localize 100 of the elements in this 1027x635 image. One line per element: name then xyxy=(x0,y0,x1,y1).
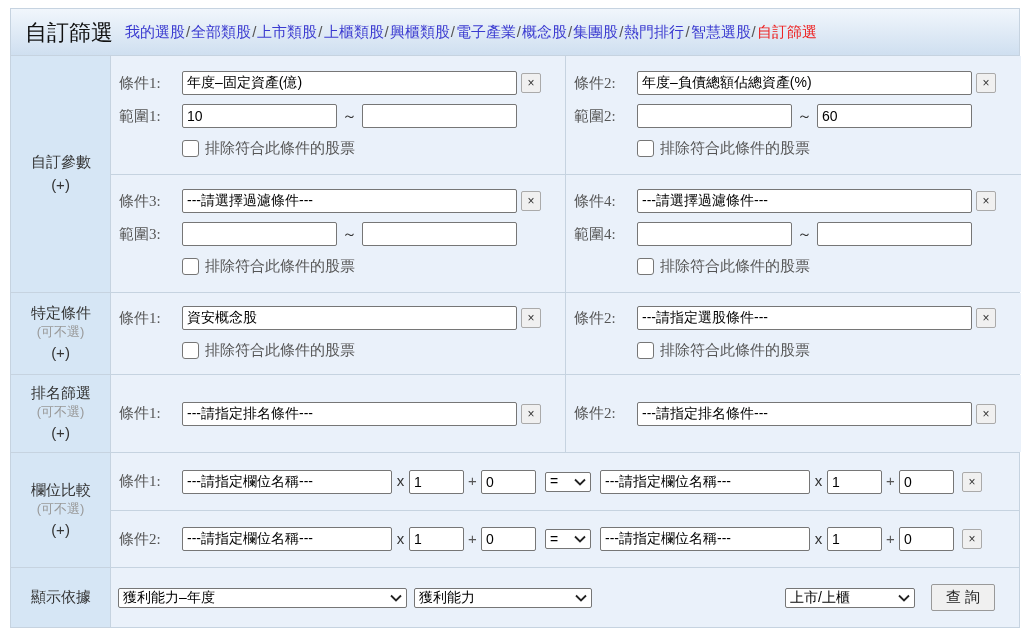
field-name-field[interactable]: ---請指定欄位名稱--- xyxy=(600,469,810,494)
condition-label: 條件1: xyxy=(119,73,162,93)
multiplier-field[interactable]: 1 xyxy=(409,527,464,551)
range-separator: ～ xyxy=(796,224,813,244)
range-separator: ～ xyxy=(796,105,813,126)
condition-field[interactable]: ---請選擇過濾條件--- xyxy=(182,189,517,214)
nav-link[interactable]: 智慧選股 xyxy=(690,20,751,44)
multiply-sign: x xyxy=(813,471,824,492)
condition-field[interactable]: ---請選擇過濾條件--- xyxy=(637,189,972,214)
nav-link[interactable]: 熱門排行 xyxy=(624,20,685,44)
dropdown-select[interactable]: 上市/上櫃 xyxy=(785,587,915,608)
range-separator: ～ xyxy=(341,105,358,126)
range-from-field[interactable] xyxy=(637,103,792,128)
checkbox-label: 排除符合此條件的股票 xyxy=(205,137,355,158)
condition-label: 條件2: xyxy=(574,73,617,93)
dropdown-select[interactable]: 獲利能力–年度 xyxy=(118,587,407,608)
nav-link[interactable]: 我的選股 xyxy=(125,20,185,44)
offset-field[interactable]: 0 xyxy=(899,527,954,551)
add-link[interactable]: (+) xyxy=(51,422,70,444)
condition-field[interactable]: 資安概念股 xyxy=(182,305,517,330)
nav-link[interactable]: 電子產業 xyxy=(455,20,516,44)
nav-link[interactable]: 全部類股 xyxy=(191,20,252,44)
multiply-sign: x xyxy=(395,528,406,549)
chevron-down-icon xyxy=(574,477,586,486)
add-link[interactable]: (+) xyxy=(51,174,70,196)
add-link[interactable]: (+) xyxy=(51,342,70,364)
optional-note: (可不選) xyxy=(36,403,85,420)
range-to-field[interactable] xyxy=(817,222,972,247)
dropdown-select[interactable]: 獲利能力 xyxy=(414,587,592,608)
nav-link[interactable]: 興櫃類股 xyxy=(389,20,450,44)
plus-sign: + xyxy=(467,528,478,549)
nav-link[interactable]: 自訂篩選 xyxy=(756,20,817,44)
field-name-field[interactable]: ---請指定欄位名稱--- xyxy=(600,527,810,551)
condition-field[interactable]: 年度–固定資產(億) xyxy=(182,70,517,95)
condition-field[interactable]: 年度–負債總額佔總資產(%) xyxy=(637,70,972,95)
chevron-down-icon xyxy=(575,593,587,602)
checkbox[interactable] xyxy=(182,258,199,275)
optional-note: (可不選) xyxy=(36,323,85,340)
condition-label: 條件4: xyxy=(574,192,617,211)
checkbox-label: 排除符合此條件的股票 xyxy=(660,339,810,360)
multiply-sign: x xyxy=(395,471,406,492)
clear-button[interactable]: × xyxy=(521,72,541,93)
nav-separator: / xyxy=(684,21,691,42)
condition-label: 條件2: xyxy=(119,529,162,549)
chevron-down-icon xyxy=(574,535,586,543)
clear-button[interactable]: × xyxy=(976,72,996,93)
nav-link[interactable]: 概念股 xyxy=(522,20,568,44)
range-from-field[interactable] xyxy=(182,222,337,247)
multiplier-field[interactable]: 1 xyxy=(409,469,464,494)
condition-field[interactable]: ---請指定排名條件--- xyxy=(637,401,972,426)
nav-separator: / xyxy=(317,21,324,42)
range-label: 範圍4: xyxy=(574,225,617,244)
condition-field[interactable]: ---請指定選股條件--- xyxy=(637,305,972,330)
multiplier-field[interactable]: 1 xyxy=(827,469,882,494)
condition-field[interactable]: ---請指定排名條件--- xyxy=(182,401,517,426)
checkbox[interactable] xyxy=(637,341,654,359)
optional-note: (可不選) xyxy=(36,499,85,517)
range-to-field[interactable]: 60 xyxy=(817,103,972,128)
nav-link[interactable]: 集團股 xyxy=(573,20,619,44)
plus-sign: + xyxy=(467,471,478,492)
clear-button[interactable]: × xyxy=(521,403,541,424)
clear-button[interactable]: × xyxy=(962,471,982,492)
clear-button[interactable]: × xyxy=(962,529,982,549)
multiplier-field[interactable]: 1 xyxy=(827,527,882,551)
range-label: 範圍1: xyxy=(119,106,162,126)
clear-button[interactable]: × xyxy=(976,403,996,424)
nav-separator: / xyxy=(185,21,191,42)
nav-separator: / xyxy=(449,21,456,42)
clear-button[interactable]: × xyxy=(521,191,541,212)
checkbox[interactable] xyxy=(637,258,654,275)
offset-field[interactable]: 0 xyxy=(481,527,536,551)
checkbox[interactable] xyxy=(637,139,654,157)
condition-label: 條件2: xyxy=(574,404,617,424)
checkbox-label: 排除符合此條件的股票 xyxy=(205,339,355,360)
range-from-field[interactable] xyxy=(637,222,792,247)
nav-separator: / xyxy=(384,21,390,42)
range-to-field[interactable] xyxy=(362,222,517,247)
clear-button[interactable]: × xyxy=(976,307,996,328)
clear-button[interactable]: × xyxy=(521,307,541,328)
condition-label: 條件2: xyxy=(574,308,617,328)
checkbox[interactable] xyxy=(182,139,199,157)
dropdown-select[interactable]: = xyxy=(545,471,591,492)
add-link[interactable]: (+) xyxy=(51,518,70,541)
field-name-field[interactable]: ---請指定欄位名稱--- xyxy=(182,469,392,494)
condition-label: 條件1: xyxy=(119,472,162,492)
condition-label: 條件1: xyxy=(119,308,162,328)
query-button[interactable]: 查 詢 xyxy=(931,584,995,611)
offset-field[interactable]: 0 xyxy=(481,469,536,494)
nav-link[interactable]: 上市類股 xyxy=(257,20,318,44)
page-title: 自訂篩選 xyxy=(25,18,113,47)
section-title: 欄位比較 xyxy=(30,479,91,500)
clear-button[interactable]: × xyxy=(976,191,996,212)
checkbox[interactable] xyxy=(182,341,199,359)
offset-field[interactable]: 0 xyxy=(899,469,954,494)
range-to-field[interactable] xyxy=(362,103,517,128)
nav-link[interactable]: 上櫃類股 xyxy=(323,20,384,44)
dropdown-select[interactable]: = xyxy=(545,529,591,549)
section-title: 排名篩選 xyxy=(30,383,91,403)
field-name-field[interactable]: ---請指定欄位名稱--- xyxy=(182,527,392,551)
range-from-field[interactable]: 10 xyxy=(182,103,337,128)
